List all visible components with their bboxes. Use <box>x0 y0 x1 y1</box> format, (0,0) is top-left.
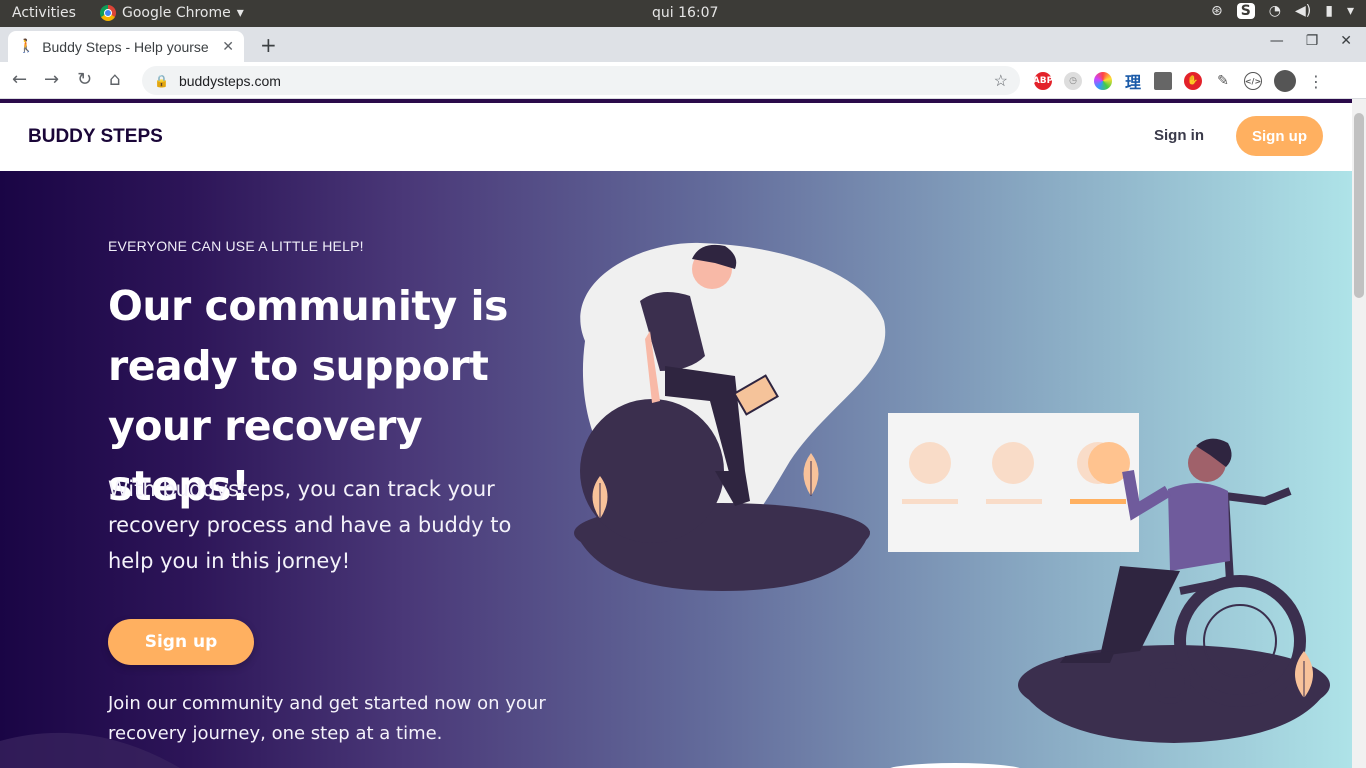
system-tray[interactable]: ⊛ S ◔ ◀) ▮ ▾ <box>1211 3 1354 19</box>
new-tab-button[interactable]: + <box>260 33 277 57</box>
profile-avatar[interactable] <box>1274 70 1296 92</box>
hero-section: EVERYONE CAN USE A LITTLE HELP! Our comm… <box>0 171 1352 768</box>
home-icon[interactable]: ⌂ <box>109 69 120 90</box>
signup-button-header[interactable]: Sign up <box>1236 116 1323 156</box>
page-scrollbar[interactable] <box>1352 99 1366 768</box>
reload-icon[interactable]: ↻ <box>77 69 92 90</box>
restore-icon[interactable]: ❐ <box>1306 33 1319 49</box>
qr-code-icon[interactable] <box>1154 72 1172 90</box>
app-name: Google Chrome <box>122 5 231 21</box>
tab-buddy-steps[interactable]: 🚶 Buddy Steps - Help yourse ✕ <box>8 31 244 62</box>
clock[interactable]: qui 16:07 <box>652 5 718 21</box>
code-icon[interactable]: </> <box>1244 72 1262 90</box>
os-top-bar: Activities Google Chrome ▾ qui 16:07 ⊛ S… <box>0 0 1366 27</box>
site-logo[interactable]: BUDDY STEPS <box>28 126 163 148</box>
lock-icon[interactable]: 🔒 <box>154 74 169 88</box>
window-controls: — ❐ ✕ <box>1270 33 1352 49</box>
eyedropper-icon[interactable]: ✎ <box>1214 72 1232 90</box>
color-picker-icon[interactable] <box>1094 72 1112 90</box>
volume-icon[interactable]: ◀) <box>1295 3 1311 19</box>
forward-icon[interactable]: → <box>44 69 59 90</box>
dictionary-icon[interactable]: 理 <box>1124 72 1142 92</box>
adblock-plus-icon[interactable]: ABP <box>1033 72 1053 90</box>
url-text[interactable]: buddysteps.com <box>179 73 281 89</box>
close-tab-icon[interactable]: ✕ <box>222 39 234 55</box>
web-page: BUDDY STEPS Sign in Sign up EVERYONE CAN… <box>0 99 1352 768</box>
chevron-down-icon: ▾ <box>236 5 244 21</box>
minimize-icon[interactable]: — <box>1270 33 1284 49</box>
bookmark-star-icon[interactable]: ☆ <box>994 71 1008 91</box>
extensions-area: ABP ◷ 理 ✋ ✎ </> ⋮ <box>1033 70 1324 92</box>
site-header: BUDDY STEPS Sign in Sign up <box>0 103 1352 171</box>
skype-icon[interactable]: S <box>1236 3 1255 19</box>
more-menu-icon[interactable]: ⋮ <box>1308 72 1324 91</box>
scrollbar-thumb[interactable] <box>1354 113 1364 298</box>
hero-description: With buddysteps, you can track your reco… <box>108 477 512 573</box>
hero-kicker: EVERYONE CAN USE A LITTLE HELP! <box>108 238 364 254</box>
chrome-icon <box>100 5 116 21</box>
address-bar[interactable]: 🔒 buddysteps.com ☆ <box>142 66 1020 95</box>
app-menu[interactable]: Google Chrome ▾ <box>100 5 244 21</box>
steam-icon[interactable]: ⊛ <box>1211 3 1223 19</box>
wifi-icon[interactable]: ◔ <box>1269 3 1281 19</box>
timer-icon[interactable]: ◷ <box>1064 72 1082 90</box>
signin-link[interactable]: Sign in <box>1154 127 1204 144</box>
stop-hand-icon[interactable]: ✋ <box>1184 72 1202 90</box>
browser-toolbar: ← → ↻ ⌂ 🔒 buddysteps.com ☆ ABP ◷ 理 ✋ ✎ <… <box>0 62 1366 99</box>
hero-join-text: Join our community and get started now o… <box>108 693 546 744</box>
tab-strip: 🚶 Buddy Steps - Help yourse ✕ + — ❐ ✕ <box>0 27 1366 62</box>
system-menu-chevron-icon[interactable]: ▾ <box>1347 3 1354 19</box>
close-window-icon[interactable]: ✕ <box>1340 33 1352 49</box>
tab-title: Buddy Steps - Help yourse <box>42 38 209 55</box>
signup-button-hero[interactable]: Sign up <box>108 619 254 665</box>
back-icon[interactable]: ← <box>12 69 27 90</box>
activities-button[interactable]: Activities <box>12 5 76 21</box>
favicon-icon: 🚶 <box>18 39 35 54</box>
battery-icon[interactable]: ▮ <box>1325 3 1333 19</box>
